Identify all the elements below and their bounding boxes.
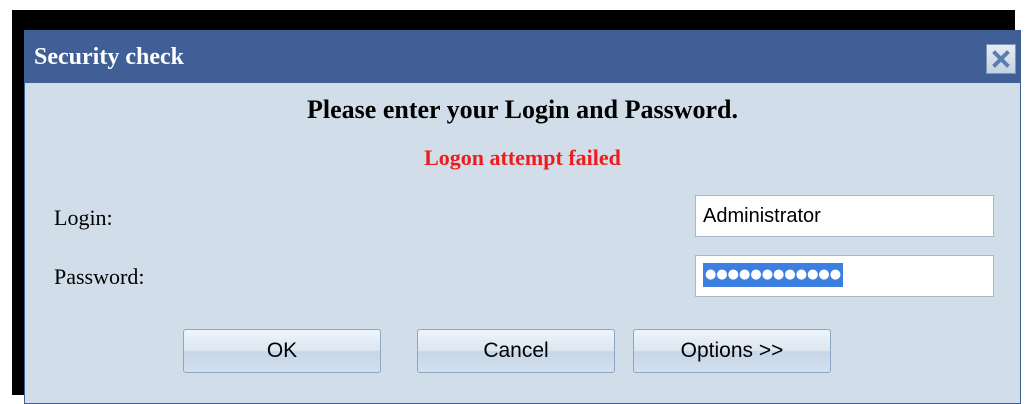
cancel-button[interactable]: Cancel [417,329,615,373]
password-field[interactable]: ●●●●●●●●●●●● [695,255,994,297]
close-icon [991,49,1011,69]
window-title: Security check [34,44,184,70]
error-message: Logon attempt failed [424,145,621,170]
password-selected-text: ●●●●●●●●●●●● [703,263,844,288]
dialog-heading: Please enter your Login and Password. [307,95,738,124]
login-value: Administrator [703,205,821,227]
security-dialog-frame: Security check Please enter your Login a… [12,10,1021,404]
password-label: Password: [54,264,145,289]
title-bar[interactable]: Security check [25,31,1020,83]
security-dialog: Security check Please enter your Login a… [24,30,1021,404]
close-button[interactable] [986,44,1016,74]
login-label: Login: [54,205,113,230]
options-button[interactable]: Options >> [633,329,831,373]
ok-button[interactable]: OK [183,329,381,373]
login-field[interactable]: Administrator [695,195,994,237]
